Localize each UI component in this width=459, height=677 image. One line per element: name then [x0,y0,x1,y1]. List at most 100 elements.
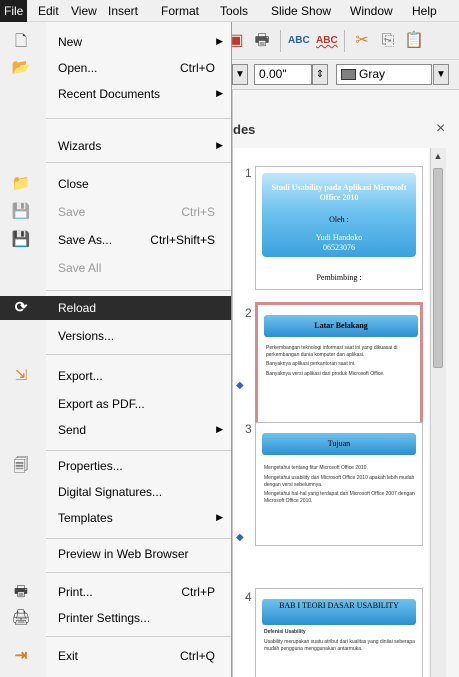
menu-window[interactable]: Window [350,4,393,18]
menu-view[interactable]: View [71,4,97,18]
scroll-up-icon[interactable]: ▲ [431,149,445,163]
slide-thumbnail-3[interactable]: Tujuan Mengetahui tentang fitur Microsof… [255,422,423,546]
scrollbar-thumb[interactable] [433,168,443,368]
menu-item-label: Close [58,177,89,191]
menu-separator [46,538,231,539]
menu-item-shortcut: Ctrl+S [181,205,215,219]
menu-item-label: Open... [58,61,98,75]
menu-item-label: Recent Documents [58,87,161,101]
menu-item-digital-signatures[interactable]: Digital Signatures... [0,480,231,504]
line-style-dropdown-button[interactable]: ▼ [232,64,248,85]
menubar: File Edit View Insert Format Tools Slide… [0,0,459,22]
slide-title: BAB I TEORI DASAR USABILITY [279,601,399,610]
menu-item-exit[interactable]: ⇥ Exit Ctrl+Q [0,644,231,668]
menu-item-reload[interactable]: ⟳ Reload [0,296,231,320]
pane-title: des [233,122,256,137]
menu-item-label: Save All [58,261,102,275]
menu-item-versions[interactable]: Versions... [0,324,231,348]
menu-format[interactable]: Format [161,4,199,18]
slide-title: Latar Belakang [314,321,368,330]
menu-item-shortcut: Ctrl+Q [179,649,215,663]
menu-item-open[interactable]: 📂 Open... Ctrl+O [0,56,231,80]
menu-edit[interactable]: Edit [38,4,59,18]
line-width-spinner[interactable]: ⇕ [312,64,328,85]
slide-line: Perkembangan teknologi informasi saat in… [266,345,398,358]
save-icon: 💾 [11,203,31,220]
menu-item-export-pdf[interactable]: Export as PDF... [0,392,231,416]
menu-item-label: Reload [58,301,97,315]
menu-file[interactable]: File [0,0,28,22]
close-document-icon: 📁 [11,175,31,192]
open-folder-icon: 📂 [11,59,31,76]
slide-line: Mengetahui tentang fitur Microsoft Offic… [264,465,368,471]
slide-title: Studi Usability pada Aplikasi Microsoft … [271,183,407,202]
slide-title: Tujuan [327,439,351,448]
printer-settings-icon: 🖨 [11,609,31,626]
line-fill-toolbar: ▼ 0.00" ⇕ Gray ▼ [232,60,459,90]
copy-icon[interactable]: ⎘ [378,31,398,51]
submenu-arrow-icon: ▶ [216,88,223,98]
area-color-dropdown-button[interactable]: ▼ [433,64,449,85]
autospellcheck-icon[interactable]: ABC [316,31,338,51]
menu-item-new[interactable]: 🗋 New ▶ [0,30,231,54]
area-color-select[interactable]: Gray [336,64,432,85]
menu-item-printer-settings[interactable]: 🖨 Printer Settings... [0,606,231,630]
menu-item-save-all[interactable]: Save All [0,256,231,280]
slide-line: Oleh : [329,215,349,224]
menu-slide-show[interactable]: Slide Show [271,4,331,18]
menu-separator [46,572,231,573]
menu-item-label: Properties... [58,459,123,473]
menu-item-label: Save As... [58,233,113,247]
menu-item-label: Save [58,205,86,219]
slide-line: Pembimbing : [316,273,362,282]
menu-help[interactable]: Help [412,4,437,18]
slide-number: 4 [245,590,252,604]
cut-icon[interactable]: ✂ [352,31,372,51]
menu-item-label: Preview in Web Browser [58,547,189,561]
menu-item-templates[interactable]: Templates ▶ [0,506,231,530]
line-width-field[interactable]: 0.00" [254,64,312,85]
slide-thumbnail-1[interactable]: Studi Usability pada Aplikasi Microsoft … [255,166,423,290]
spellcheck-icon[interactable]: ABC [288,31,310,51]
slide-line: Mengetahui usability dari Microsoft Offi… [264,475,415,488]
toolbar-separator [280,30,281,52]
slide-thumbnail-2[interactable]: Latar Belakang Perkembangan teknologi in… [255,302,423,426]
slide-transition-icon: ◆ [236,532,244,543]
save-as-icon: 💾 [11,231,31,248]
menu-insert[interactable]: Insert [108,4,138,18]
exit-icon: ⇥ [14,647,28,664]
export-icon: ⇲ [14,367,28,384]
close-icon[interactable]: × [436,120,445,138]
slide-line: Defenisi Usability [264,629,306,635]
slide-number: 3 [245,422,252,436]
standard-toolbar: ▣ 🖶 ABC ABC ✂ ⎘ 📋 [228,22,459,60]
menu-item-save[interactable]: 💾 Save Ctrl+S [0,200,231,224]
menu-item-shortcut: Ctrl+O [179,61,215,75]
menu-item-export[interactable]: ⇲ Export... [0,364,231,388]
menu-tools[interactable]: Tools [220,4,248,18]
menu-item-preview-web[interactable]: Preview in Web Browser [0,542,231,566]
reload-icon: ⟳ [14,299,28,316]
menu-separator [46,354,231,355]
submenu-arrow-icon: ▶ [216,36,223,46]
paste-icon[interactable]: 📋 [404,31,424,51]
menu-item-close[interactable]: 📁 Close [0,172,231,196]
menu-separator [46,636,231,637]
menu-item-properties[interactable]: 🗐 Properties... [0,454,231,478]
menu-item-label: Digital Signatures... [58,485,163,499]
menu-item-recent-documents[interactable]: Recent Documents ▶ [0,82,231,106]
menu-separator [46,162,231,163]
menu-item-label: Exit [58,649,79,663]
print-icon[interactable]: 🖶 [252,31,272,51]
new-document-icon: 🗋 [14,33,28,50]
menu-separator [46,450,231,451]
menu-item-save-as[interactable]: 💾 Save As... Ctrl+Shift+S [0,228,231,252]
menu-item-send[interactable]: Send ▶ [0,418,231,442]
menu-separator [46,290,231,291]
menu-item-print[interactable]: 🖶 Print... Ctrl+P [0,580,231,604]
area-color-label: Gray [359,67,386,81]
slide-thumbnail-4[interactable]: BAB I TEORI DASAR USABILITY Defenisi Usa… [255,588,423,677]
menu-item-label: Print... [58,585,93,599]
menu-item-wizards[interactable]: Wizards ▶ [0,134,231,158]
slides-pane: des × 1 Studi Usability pada Aplikasi Mi… [232,90,459,677]
